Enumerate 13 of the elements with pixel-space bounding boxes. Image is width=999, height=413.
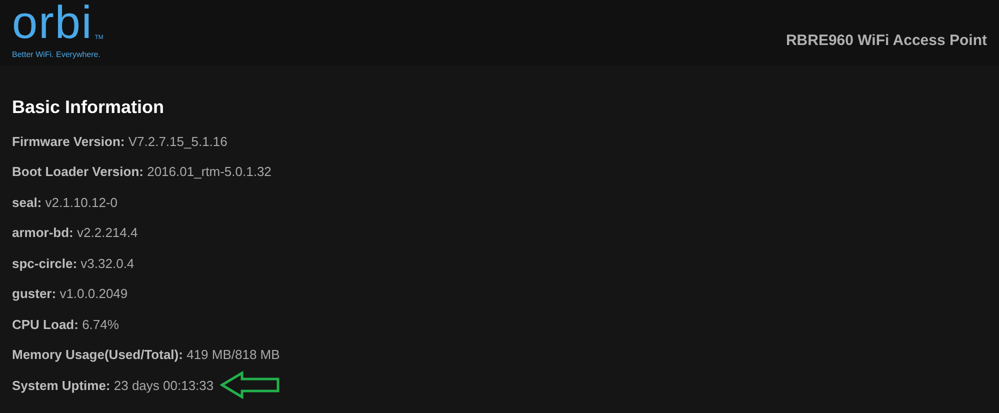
info-row-text: spc-circle: v3.32.0.4 (12, 254, 134, 273)
info-row-text: Memory Usage(Used/Total): 419 MB/818 MB (12, 346, 280, 364)
info-row-text: armor-bd: v2.2.214.4 (12, 224, 138, 242)
section-title: Basic Information (12, 96, 166, 118)
logo-wordmark: orbi (12, 0, 93, 44)
info-row-text: guster: v1.0.0.2049 (12, 285, 128, 303)
info-row-text: Firmware Version: V7.2.7.15_5.1.16 (12, 132, 228, 151)
device-title: RBRE960 WiFi Access Point (786, 31, 987, 51)
info-row-text: Boot Loader Version: 2016.01_rtm-5.0.1.32 (12, 163, 272, 181)
info-row-text: CPU Load: 6.74% (12, 316, 119, 334)
info-row-text: seal: v2.1.10.12-0 (12, 194, 118, 212)
logo-tagline: Better WiFi. Everywhere. (12, 50, 102, 60)
info-row-text: System Uptime: 23 days 00:13:33 (12, 376, 214, 395)
